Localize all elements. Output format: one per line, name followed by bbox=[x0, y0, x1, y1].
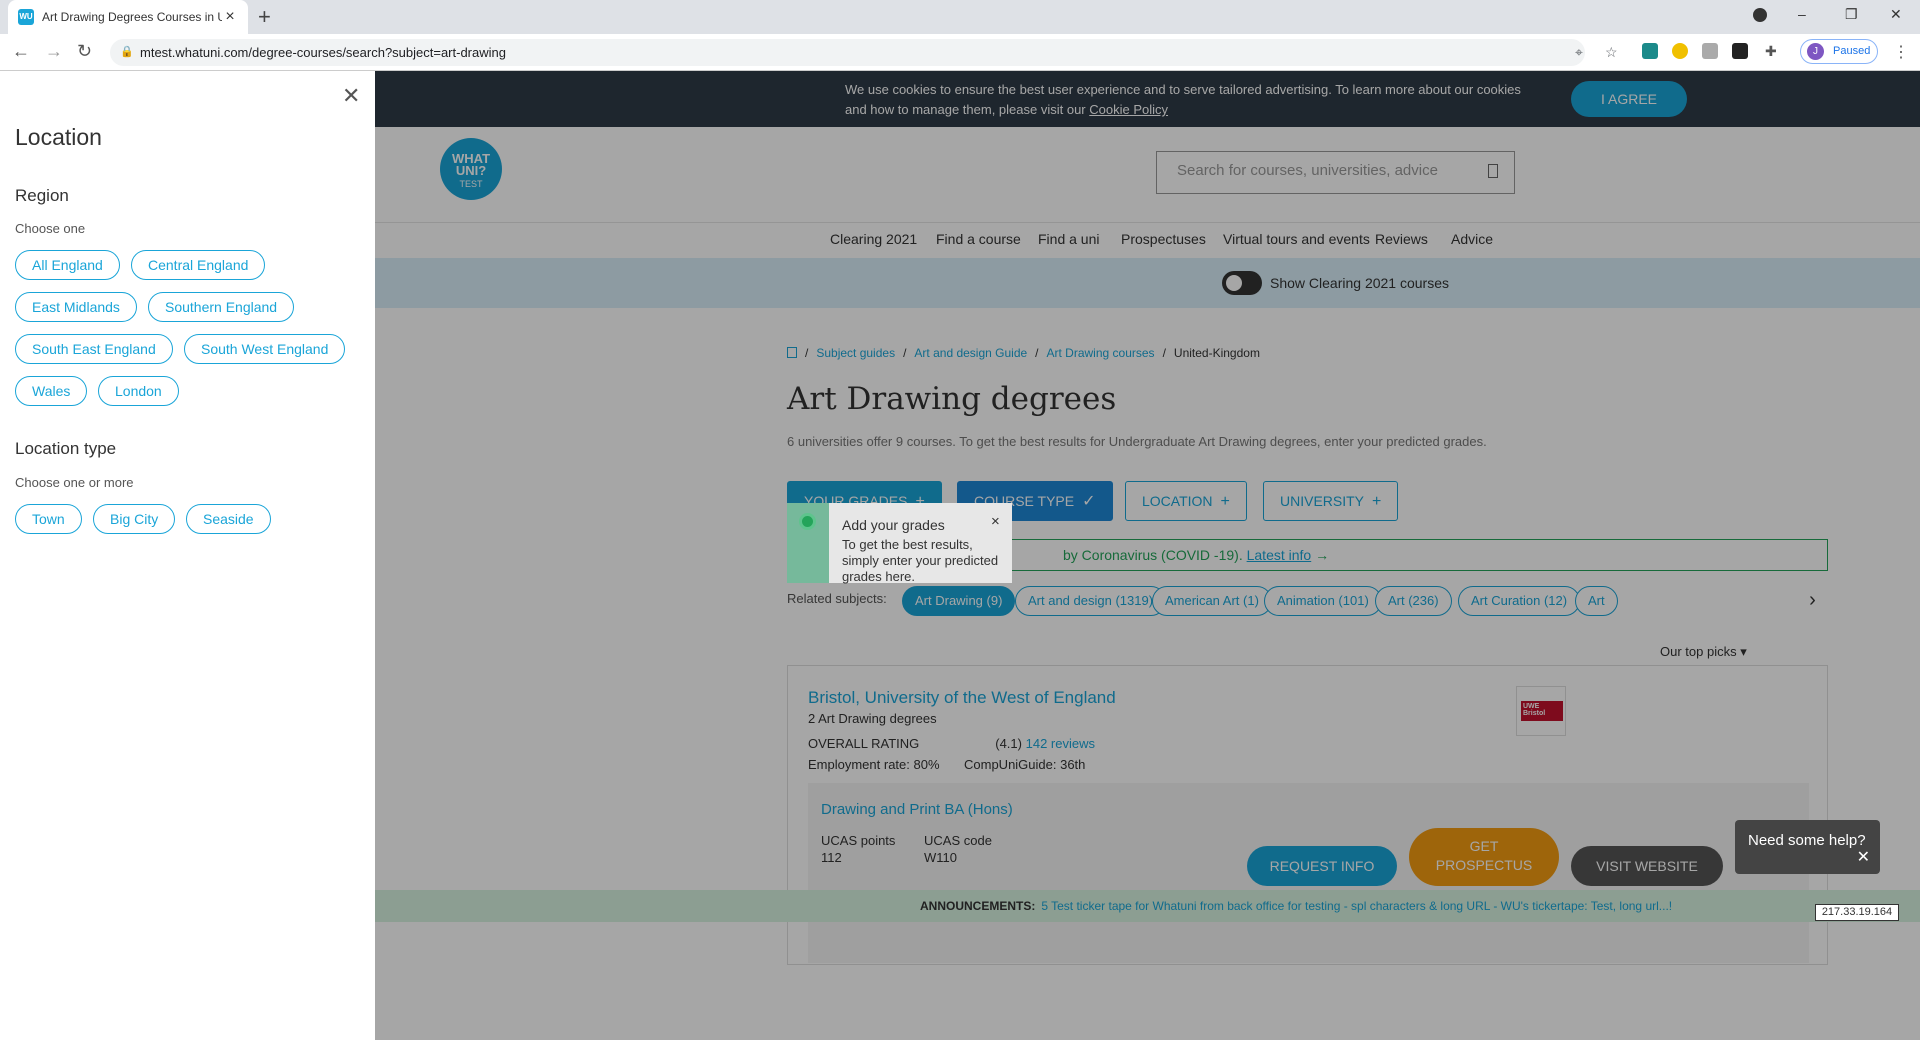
location-pin-icon[interactable]: ⌖ bbox=[1575, 39, 1583, 66]
location-type-heading: Location type bbox=[15, 439, 117, 458]
whatuni-page: We use cookies to ensure the best user e… bbox=[375, 71, 1920, 1040]
ip-address-label: 217.33.19.164 bbox=[1815, 904, 1899, 921]
status-dot-icon bbox=[799, 513, 816, 530]
close-icon[interactable]: ✕ bbox=[342, 83, 360, 109]
region-option[interactable]: Wales bbox=[15, 376, 88, 406]
close-tab-icon[interactable]: × bbox=[222, 8, 238, 26]
media-control-icon[interactable] bbox=[1753, 8, 1767, 22]
extension-icon[interactable] bbox=[1702, 43, 1718, 59]
region-heading: Region bbox=[15, 186, 69, 205]
minimize-icon[interactable]: – bbox=[1798, 6, 1806, 22]
region-option[interactable]: South West England bbox=[184, 334, 346, 364]
close-icon[interactable]: ✕ bbox=[1857, 847, 1870, 867]
browser-menu-icon[interactable]: ⋮ bbox=[1893, 42, 1909, 62]
avatar: J bbox=[1807, 43, 1824, 60]
extension-icon[interactable] bbox=[1642, 43, 1658, 59]
address-bar[interactable]: 🔒 mtest.whatuni.com/degree-courses/searc… bbox=[110, 39, 1618, 66]
region-hint: Choose one bbox=[15, 221, 86, 236]
profile-status: Paused bbox=[1833, 45, 1871, 57]
region-option[interactable]: Central England bbox=[131, 250, 266, 280]
tab-title: Art Drawing Degrees Courses in U bbox=[42, 10, 222, 24]
url-text: mtest.whatuni.com/degree-courses/search?… bbox=[140, 45, 506, 60]
modal-overlay[interactable] bbox=[375, 71, 1920, 1040]
location-type-hint: Choose one or more bbox=[15, 475, 134, 490]
restore-icon[interactable]: ❐ bbox=[1845, 6, 1858, 23]
browser-tab-strip: WU Art Drawing Degrees Courses in U × + … bbox=[0, 0, 1920, 34]
tooltip-body: To get the best results, simply enter yo… bbox=[842, 537, 999, 584]
bookmark-star-icon[interactable]: ☆ bbox=[1605, 39, 1618, 66]
location-type-option[interactable]: Big City bbox=[93, 504, 176, 534]
lock-icon: 🔒 bbox=[120, 46, 134, 58]
puzzle-icon[interactable]: ✚ bbox=[1765, 43, 1781, 59]
grades-tooltip: Add your grades To get the best results,… bbox=[787, 503, 1012, 584]
region-option[interactable]: East Midlands bbox=[15, 292, 137, 322]
help-widget[interactable]: Need some help? ✕ bbox=[1735, 820, 1880, 874]
region-option[interactable]: London bbox=[98, 376, 179, 406]
back-icon[interactable]: ← bbox=[12, 41, 30, 62]
region-option[interactable]: South East England bbox=[15, 334, 173, 364]
whatuni-favicon-icon: WU bbox=[18, 9, 34, 25]
page-viewport: We use cookies to ensure the best user e… bbox=[0, 71, 1920, 1040]
location-filter-panel: ✕ Location Region Choose one All England… bbox=[0, 71, 375, 1040]
close-icon[interactable]: × bbox=[991, 513, 1000, 530]
reload-icon[interactable]: ↻ bbox=[77, 41, 92, 62]
panel-title: Location bbox=[15, 124, 102, 150]
browser-toolbar: ← → ↻ 🔒 mtest.whatuni.com/degree-courses… bbox=[0, 34, 1920, 71]
profile-button[interactable]: J Paused bbox=[1800, 39, 1878, 64]
new-tab-icon[interactable]: + bbox=[258, 4, 271, 30]
tooltip-heading: Add your grades bbox=[842, 517, 945, 533]
close-window-icon[interactable]: ✕ bbox=[1890, 6, 1902, 23]
extension-icon[interactable] bbox=[1732, 43, 1748, 59]
browser-tab[interactable]: WU Art Drawing Degrees Courses in U × bbox=[8, 0, 248, 34]
forward-icon[interactable]: → bbox=[45, 41, 63, 62]
chrome-extension-icon[interactable] bbox=[1672, 43, 1688, 59]
location-type-option[interactable]: Town bbox=[15, 504, 82, 534]
region-option[interactable]: All England bbox=[15, 250, 120, 280]
help-text: Need some help? bbox=[1748, 832, 1866, 849]
location-type-option[interactable]: Seaside bbox=[186, 504, 271, 534]
region-option[interactable]: Southern England bbox=[148, 292, 295, 322]
